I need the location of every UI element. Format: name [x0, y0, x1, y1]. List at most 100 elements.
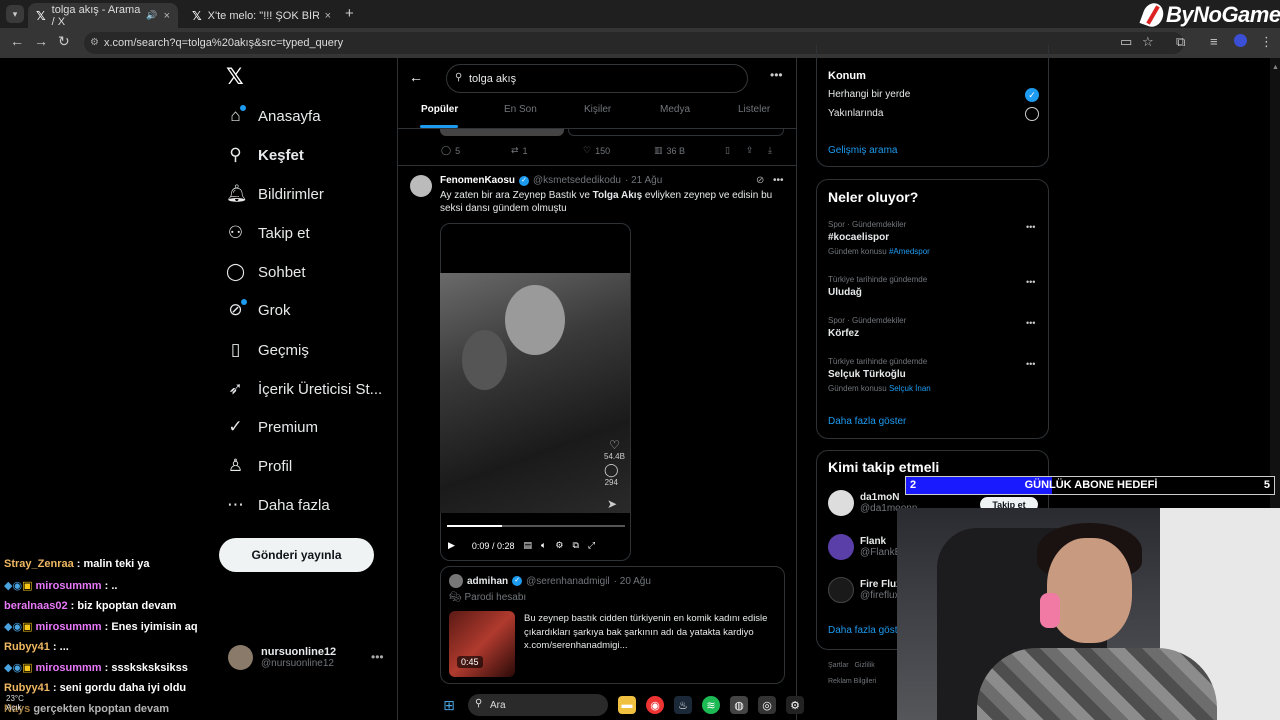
windows-start-icon[interactable]: ⊞ [440, 696, 458, 714]
post-text: Ay zaten bir ara Zeynep Bastık ve Tolga … [440, 190, 773, 214]
video-progress-bar[interactable] [447, 525, 625, 527]
trends-show-more[interactable]: Daha fazla göster [828, 416, 906, 427]
nav-explore[interactable]: ⚲ Keşfet [226, 145, 304, 165]
volume-icon[interactable]: 🔈︎ [541, 540, 546, 551]
account-switcher[interactable]: nursuonline12 @nursuonline12 [228, 645, 336, 670]
settings-icon[interactable]: ⚙ [555, 540, 563, 551]
search-input[interactable]: ⚲ tolga akış [446, 64, 748, 93]
tab-popular[interactable]: Popüler [421, 104, 458, 115]
tab-close-icon[interactable]: × [325, 10, 331, 22]
trend-more-icon[interactable]: ••• [1026, 359, 1035, 369]
trend-item[interactable]: Türkiye tarihinde gündemde Selçuk Türkoğ… [828, 357, 931, 393]
footer-ads-link[interactable]: Reklam Bilgileri [828, 678, 876, 685]
tab-post[interactable]: 𝕏 X'te melo: "!!! ŞOK BİR BİLGİ AL × [184, 3, 339, 28]
captions-icon[interactable]: ▤ [523, 540, 532, 551]
tab-title: tolga akış - Arama / X [51, 3, 141, 28]
avatar [228, 645, 253, 670]
profile-avatar-icon[interactable] [1234, 34, 1247, 47]
follow-suggestion[interactable]: Fire Flux @fireflux [828, 577, 902, 603]
file-explorer-icon[interactable]: ▬ [618, 696, 636, 714]
steam-icon[interactable]: ♨ [674, 696, 692, 714]
reply-count[interactable]: ◯ 5 [441, 145, 460, 156]
nav-chat[interactable]: ◯ Sohbet [226, 262, 306, 282]
reload-icon[interactable]: ↻ [58, 33, 70, 50]
fullscreen-icon[interactable]: ⤢ [588, 540, 595, 551]
nav-bookmarks[interactable]: ▯ Geçmiş [226, 340, 309, 360]
trend-more-icon[interactable]: ••• [1026, 318, 1035, 328]
chrome-icon[interactable]: ◉ [646, 696, 664, 714]
account-more-icon[interactable]: ••• [371, 650, 384, 664]
cast-icon[interactable]: ▭ [1120, 34, 1132, 50]
trend-item[interactable]: Spor · Gündemdekiler Körfez [828, 316, 906, 339]
follow-suggestion[interactable]: Flank @FlankE [828, 534, 901, 560]
download-icon[interactable]: ⤓ [768, 145, 772, 156]
app-icon[interactable]: ◍ [730, 696, 748, 714]
new-tab-button[interactable]: + [345, 5, 354, 22]
back-icon[interactable]: ← [10, 33, 24, 49]
like-count[interactable]: ♡ 150 [583, 145, 610, 156]
spotify-icon[interactable]: ≋ [702, 696, 720, 714]
back-arrow-icon[interactable]: ← [409, 69, 423, 85]
advanced-search-link[interactable]: Gelişmiş arama [828, 145, 897, 156]
grok-action-icon[interactable]: ⊘ [756, 175, 764, 186]
nav-profile[interactable]: ♙ Profil [226, 456, 292, 476]
post-author-name[interactable]: FenomenKaosu [440, 175, 515, 186]
scroll-up-icon[interactable]: ▲ [1272, 64, 1279, 71]
location-anywhere-radio[interactable]: ✓ [1025, 88, 1039, 102]
location-nearby-radio[interactable] [1025, 107, 1039, 121]
location-anywhere-label[interactable]: Herhangi bir yerde [828, 89, 910, 100]
tab-close-icon[interactable]: × [164, 10, 170, 22]
trend-more-icon[interactable]: ••• [1026, 277, 1035, 287]
play-icon[interactable]: ▶ [448, 540, 455, 551]
trend-more-icon[interactable]: ••• [1026, 222, 1035, 232]
media-icon[interactable]: ≡ [1210, 34, 1218, 49]
star-icon[interactable]: ☆ [1142, 34, 1154, 50]
video-like-count[interactable]: ♡ 54.4B [604, 438, 625, 461]
weather-widget[interactable]: 23°C Açık [6, 694, 24, 712]
nav-notifications[interactable]: 🔔︎ Bildirimler [226, 184, 324, 204]
tab-lists[interactable]: Listeler [738, 104, 770, 115]
post-more-icon[interactable]: ••• [773, 175, 784, 186]
location-nearby-label[interactable]: Yakınlarında [828, 108, 883, 119]
tab-search-button[interactable]: ▾ [6, 5, 24, 23]
tab-search-results[interactable]: 𝕏 tolga akış - Arama / X 🔊 × [28, 3, 178, 28]
search-more-icon[interactable]: ••• [770, 68, 783, 82]
share-icon[interactable]: ⇪ [746, 145, 754, 156]
avatar[interactable] [410, 175, 432, 197]
x-logo-icon[interactable]: 𝕏 [226, 64, 244, 90]
post-button[interactable]: Gönderi yayınla [219, 538, 374, 572]
menu-kebab-icon[interactable]: ⋮ [1260, 34, 1273, 50]
who-to-follow-show-more[interactable]: Daha fazla göster [828, 625, 906, 636]
extensions-icon[interactable]: ⧉ [1176, 34, 1185, 50]
view-count[interactable]: ▥ 36 B [654, 145, 685, 156]
site-info-icon[interactable]: ⚙ [90, 37, 99, 48]
column-divider [397, 58, 398, 720]
obs-icon[interactable]: ◎ [758, 696, 776, 714]
nav-more[interactable]: ⋯ Daha fazla [226, 495, 330, 515]
trend-item[interactable]: Türkiye tarihinde gündemde Uludağ [828, 275, 927, 298]
forward-icon[interactable]: → [34, 33, 48, 49]
tab-people[interactable]: Kişiler [584, 104, 611, 115]
nav-creator-studio[interactable]: ➶ İçerik Üreticisi St... [226, 379, 382, 399]
follow-icon: ⚇ [227, 223, 244, 242]
tab-latest[interactable]: En Son [504, 104, 537, 115]
post-date[interactable]: · 21 Ağu [625, 175, 662, 186]
tab-media[interactable]: Medya [660, 104, 690, 115]
repost-count[interactable]: ⇄ 1 [511, 145, 528, 156]
nav-premium[interactable]: ✓ Premium [226, 417, 318, 437]
speaker-icon[interactable]: 🔊 [146, 10, 157, 21]
app-icon[interactable]: ⚙ [786, 696, 804, 714]
post-author-handle[interactable]: @ksmetsededikodu [533, 175, 621, 186]
nav-follow[interactable]: ⚇ Takip et [226, 223, 310, 243]
nav-grok[interactable]: ⊘ Grok [226, 300, 290, 320]
video-time: 0:09 / 0:28 [471, 540, 515, 551]
taskbar-search[interactable]: ⚲ Ara [468, 694, 608, 716]
bynogame-mark-icon [1139, 0, 1167, 30]
pip-icon[interactable]: ⧉ [572, 540, 578, 551]
trend-item[interactable]: Spor · Gündemdekiler #kocaelispor Gündem… [828, 220, 930, 256]
video-comment-count[interactable]: ◯ 294 [604, 462, 619, 487]
bookmark-icon[interactable]: ▯ [725, 145, 730, 156]
video-share-icon[interactable]: ➤ [607, 497, 617, 511]
location-title: Konum [828, 70, 866, 82]
chat-message: ◆◉▣ mirosummm : Enes iyimisin aq [4, 621, 198, 633]
